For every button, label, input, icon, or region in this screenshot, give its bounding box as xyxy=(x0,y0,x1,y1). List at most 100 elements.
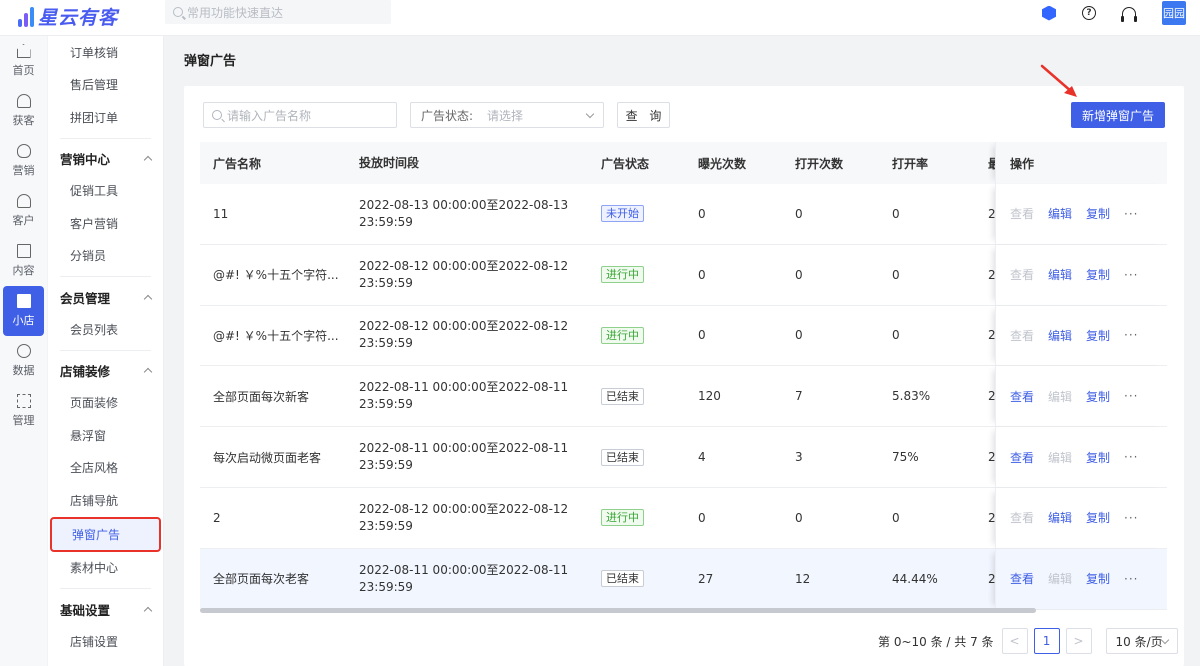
more-icon[interactable]: ··· xyxy=(1124,572,1138,586)
rail-item-label: 小店 xyxy=(12,314,35,327)
exposures-cell: 0 xyxy=(698,510,706,525)
headset-icon[interactable] xyxy=(1121,6,1137,22)
shield-icon[interactable] xyxy=(1042,5,1056,21)
sidebar-item[interactable]: 会员列表 xyxy=(48,313,163,346)
sidebar-item[interactable]: 全店风格 xyxy=(48,452,163,485)
sidebar-item[interactable]: 拼团订单 xyxy=(48,101,163,134)
sidebar-item[interactable]: 分销员 xyxy=(48,240,163,273)
copy-link[interactable]: 复制 xyxy=(1086,509,1110,526)
opens-cell: 7 xyxy=(795,389,803,404)
copy-link[interactable]: 复制 xyxy=(1086,449,1110,466)
rail-item-1[interactable]: 获客 xyxy=(0,86,47,136)
rail-item-4[interactable]: 内容 xyxy=(0,236,47,286)
edit-link[interactable]: 编辑 xyxy=(1048,266,1072,283)
ad-name-search-input[interactable]: 请输入广告名称 xyxy=(203,102,397,128)
sidebar-group-title: 基础设置 xyxy=(60,602,111,618)
last-cell: 202 xyxy=(988,328,995,343)
time-range-end: 23:59:59 xyxy=(359,214,413,229)
top-bar: 星云有客 常用功能快速直达 ? 园园 xyxy=(0,0,1200,36)
ad-status-select[interactable]: 广告状态: 请选择 xyxy=(410,102,604,128)
sidebar-item[interactable]: 悬浮窗 xyxy=(48,419,163,452)
table-header: 广告名称 投放时间段 广告状态 曝光次数 打开次数 打开率 最后操作 xyxy=(200,142,1167,184)
copy-link[interactable]: 复制 xyxy=(1086,570,1110,587)
sidebar-item[interactable]: 店铺设置 xyxy=(48,625,163,658)
edit-link[interactable]: 编辑 xyxy=(1048,205,1072,222)
status-badge: 未开始 xyxy=(601,205,644,223)
last-cell: 202 xyxy=(988,389,995,404)
opens-cell: 0 xyxy=(795,510,803,525)
opens-cell: 3 xyxy=(795,450,803,465)
sidebar-item[interactable]: 店铺导航 xyxy=(48,484,163,517)
sidebar-divider xyxy=(60,588,151,589)
time-range-cell: 2022-08-12 00:00:00至2022-08-12 23:59:59 xyxy=(346,501,588,535)
rail-item-6[interactable]: 数据 xyxy=(0,336,47,386)
bulb-icon xyxy=(16,144,31,158)
actions-cell: 查看 编辑 复制 ··· xyxy=(995,366,1167,427)
copy-link[interactable]: 复制 xyxy=(1086,266,1110,283)
edit-link[interactable]: 编辑 xyxy=(1048,327,1072,344)
status-cell: 已结束 xyxy=(588,570,685,588)
sidebar-group-header[interactable]: 会员管理 xyxy=(48,281,163,313)
more-icon[interactable]: ··· xyxy=(1124,511,1138,525)
time-range-end: 23:59:59 xyxy=(359,518,413,533)
exposures-cell: 4 xyxy=(698,450,706,465)
rail-item-7[interactable]: 管理 xyxy=(0,386,47,436)
logo-mark-icon xyxy=(18,5,34,27)
time-range-start: 2022-08-11 00:00:00至2022-08-11 xyxy=(359,562,569,577)
next-page-button[interactable]: > xyxy=(1065,628,1092,654)
sidebar-group-title: 店铺装修 xyxy=(60,364,111,379)
more-icon[interactable]: ··· xyxy=(1124,389,1138,403)
chevron-up-icon xyxy=(143,294,153,303)
global-search-input[interactable]: 常用功能快速直达 xyxy=(165,0,391,24)
more-icon[interactable]: ··· xyxy=(1124,450,1138,464)
more-icon[interactable]: ··· xyxy=(1124,207,1138,221)
sidebar-item[interactable]: 售后管理 xyxy=(48,69,163,102)
rail-item-5[interactable]: 小店 xyxy=(3,286,44,336)
sidebar-group-header[interactable]: 营销中心 xyxy=(48,143,163,175)
user-plus-icon xyxy=(16,94,31,108)
sidebar-group-header[interactable]: 基础设置 xyxy=(48,593,163,625)
view-link[interactable]: 查看 xyxy=(1010,570,1034,587)
edit-link[interactable]: 编辑 xyxy=(1048,509,1072,526)
rail-item-2[interactable]: 营销 xyxy=(0,136,47,186)
avatar[interactable]: 园园 xyxy=(1162,1,1186,25)
sidebar-item-active[interactable]: 弹窗广告 xyxy=(50,516,161,552)
help-icon[interactable]: ? xyxy=(1082,6,1096,20)
sidebar-item[interactable]: 素材中心 xyxy=(48,552,163,585)
opens-cell: 0 xyxy=(795,328,803,343)
time-range-start: 2022-08-12 00:00:00至2022-08-12 xyxy=(359,258,569,273)
exposures-cell: 27 xyxy=(698,571,714,586)
view-link[interactable]: 查看 xyxy=(1010,449,1034,466)
view-link[interactable]: 查看 xyxy=(1010,388,1034,405)
horizontal-scrollbar[interactable] xyxy=(200,608,1036,613)
ad-name-cell: 全部页面每次老客 xyxy=(213,572,310,587)
sidebar-item[interactable]: 客户营销 xyxy=(48,207,163,240)
chevron-up-icon xyxy=(143,606,153,615)
ad-status-label: 广告状态: xyxy=(421,108,474,123)
copy-link[interactable]: 复制 xyxy=(1086,327,1110,344)
sidebar-item[interactable]: 小程序配置 xyxy=(48,658,163,666)
column-header: 操作 xyxy=(995,142,1167,184)
query-button[interactable]: 查 询 xyxy=(617,102,670,128)
global-search-placeholder: 常用功能快速直达 xyxy=(187,5,284,20)
page-size-select[interactable]: 10 条/页 xyxy=(1105,628,1178,654)
add-popup-ad-button[interactable]: 新增弹窗广告 xyxy=(1071,102,1165,128)
page-number-button[interactable]: 1 xyxy=(1033,628,1060,654)
time-range-cell: 2022-08-12 00:00:00至2022-08-12 23:59:59 xyxy=(346,318,588,352)
table-row: @#! ￥%十五个字符... 2022-08-12 00:00:00至2022-0… xyxy=(200,305,1167,367)
prev-page-button[interactable]: < xyxy=(1001,628,1028,654)
sidebar-item[interactable]: 订单核销 xyxy=(48,36,163,69)
more-icon[interactable]: ··· xyxy=(1124,268,1138,282)
time-range-cell: 2022-08-13 00:00:00至2022-08-13 23:59:59 xyxy=(346,197,588,231)
sidebar-item[interactable]: 促销工具 xyxy=(48,175,163,208)
exposures-cell: 0 xyxy=(698,328,706,343)
rail-item-0[interactable]: 首页 xyxy=(0,36,47,86)
sidebar-group-header[interactable]: 店铺装修 xyxy=(48,355,163,387)
copy-link[interactable]: 复制 xyxy=(1086,388,1110,405)
chevron-down-icon xyxy=(585,109,595,119)
sidebar-item[interactable]: 页面装修 xyxy=(48,387,163,420)
logo[interactable]: 星云有客 xyxy=(18,2,118,30)
copy-link[interactable]: 复制 xyxy=(1086,205,1110,222)
rail-item-3[interactable]: 客户 xyxy=(0,186,47,236)
more-icon[interactable]: ··· xyxy=(1124,328,1138,342)
